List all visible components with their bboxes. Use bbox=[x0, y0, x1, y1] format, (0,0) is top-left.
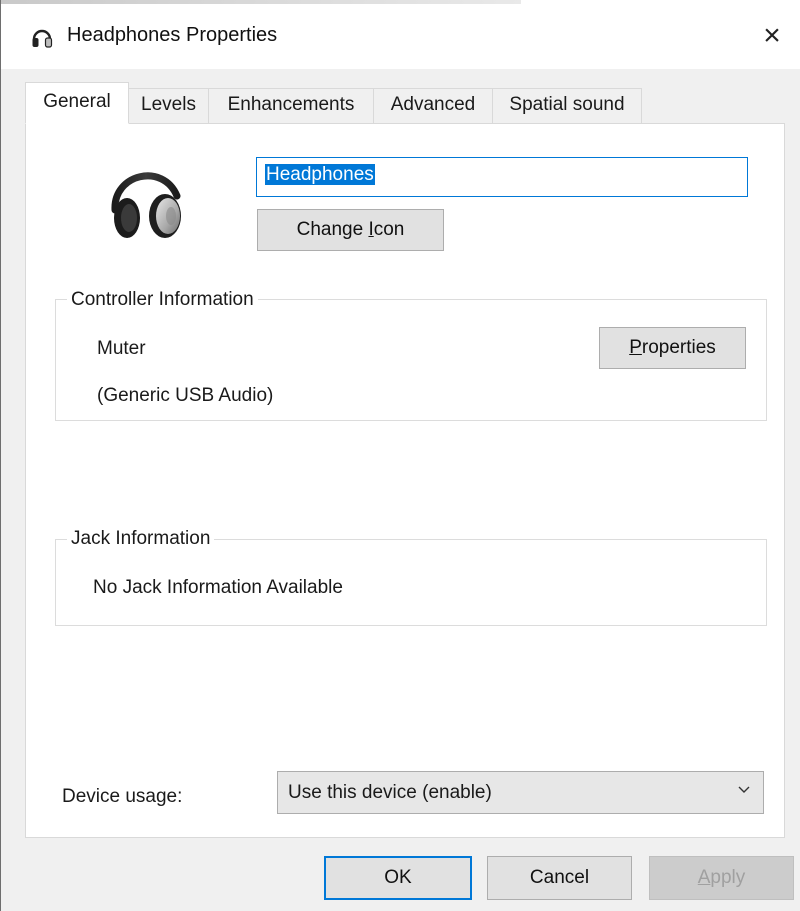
controller-properties-button[interactable]: Properties bbox=[599, 327, 746, 369]
headphones-device-icon bbox=[105, 160, 189, 244]
cancel-label: Cancel bbox=[529, 867, 590, 888]
tab-enhancements[interactable]: Enhancements bbox=[208, 88, 374, 124]
tab-spatial-sound[interactable]: Spatial sound bbox=[492, 88, 642, 124]
cancel-button[interactable]: Cancel bbox=[487, 856, 632, 900]
change-icon-button[interactable]: Change Icon bbox=[257, 209, 444, 251]
close-button[interactable]: × bbox=[749, 14, 795, 58]
window-title: Headphones Properties bbox=[67, 24, 278, 46]
device-name-value: Headphones bbox=[265, 164, 375, 185]
jack-group-label: Jack Information bbox=[67, 528, 215, 550]
change-icon-label: Change Icon bbox=[296, 219, 405, 240]
ok-button[interactable]: OK bbox=[324, 856, 472, 900]
headphones-icon bbox=[31, 26, 53, 48]
background-window-strip bbox=[1, 0, 521, 4]
tab-advanced[interactable]: Advanced bbox=[373, 88, 493, 124]
tab-label: Spatial sound bbox=[509, 94, 625, 115]
close-icon: × bbox=[763, 19, 781, 52]
controller-driver: (Generic USB Audio) bbox=[97, 385, 274, 406]
apply-label: Apply bbox=[697, 867, 746, 888]
device-usage-selected: Use this device (enable) bbox=[288, 782, 492, 803]
jack-info-text: No Jack Information Available bbox=[93, 577, 343, 598]
tab-strip: General Levels Enhancements Advanced Spa… bbox=[25, 82, 785, 124]
device-name-field[interactable]: Headphones bbox=[256, 157, 748, 197]
properties-label: Properties bbox=[629, 337, 716, 358]
properties-dialog: Headphones Properties × General Levels E… bbox=[0, 0, 800, 911]
chevron-down-icon bbox=[738, 786, 750, 793]
tab-general[interactable]: General bbox=[25, 82, 129, 124]
controller-name: Muter bbox=[97, 338, 146, 359]
ok-label: OK bbox=[384, 867, 412, 888]
tab-label: General bbox=[43, 91, 111, 112]
tab-levels[interactable]: Levels bbox=[128, 88, 209, 124]
tab-label: Enhancements bbox=[227, 94, 355, 115]
device-usage-select[interactable]: Use this device (enable) bbox=[277, 771, 764, 814]
tab-label: Advanced bbox=[390, 94, 476, 115]
controller-group-label: Controller Information bbox=[67, 289, 258, 311]
tab-label: Levels bbox=[141, 94, 196, 115]
title-bar: Headphones Properties × bbox=[1, 0, 800, 70]
device-usage-label: Device usage: bbox=[62, 786, 183, 807]
apply-button[interactable]: Apply bbox=[649, 856, 794, 900]
